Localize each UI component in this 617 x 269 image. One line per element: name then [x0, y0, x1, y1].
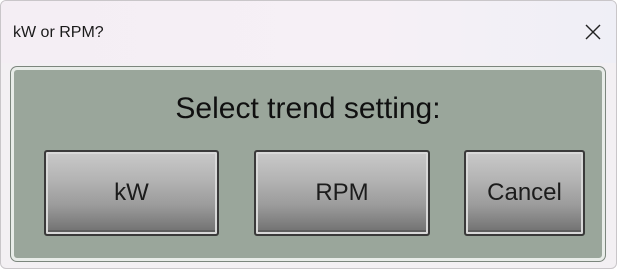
prompt-text: Select trend setting: — [175, 92, 441, 125]
close-button[interactable] — [574, 15, 612, 49]
dialog-window: kW or RPM? Select trend setting: kW RPM … — [0, 0, 617, 269]
title-bar[interactable]: kW or RPM? — [1, 1, 616, 63]
rpm-button[interactable]: RPM — [254, 150, 430, 236]
cancel-button-label: Cancel — [487, 179, 562, 206]
dialog-panel: Select trend setting: kW RPM Cancel — [11, 67, 605, 261]
cancel-button[interactable]: Cancel — [464, 150, 585, 236]
rpm-button-label: RPM — [315, 179, 369, 206]
kw-button-label: kW — [114, 179, 149, 206]
close-icon — [584, 23, 602, 41]
window-title: kW or RPM? — [13, 24, 104, 41]
kw-button[interactable]: kW — [44, 150, 219, 236]
